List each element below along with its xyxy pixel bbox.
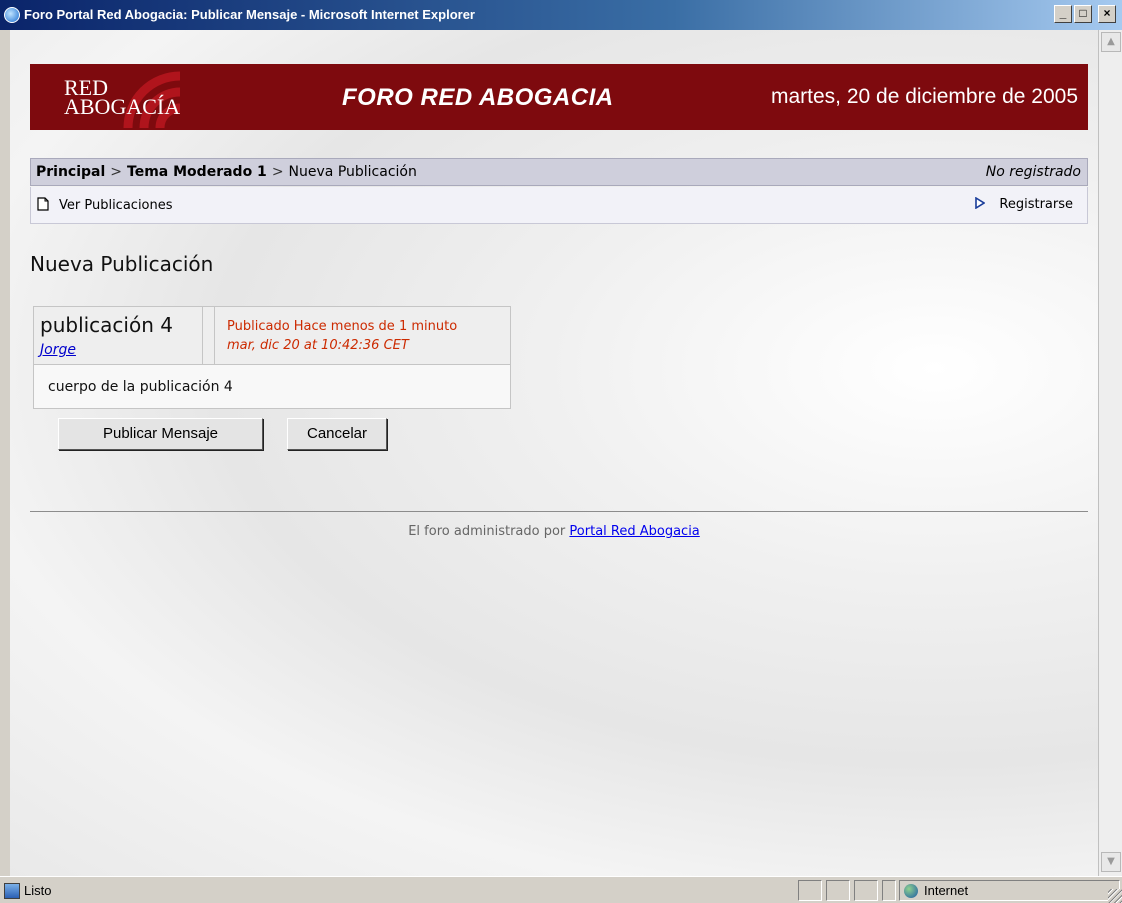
post-published-label: Publicado Hace menos de 1 minuto: [227, 319, 458, 334]
post-author-link[interactable]: Jorge: [40, 342, 76, 358]
breadcrumb-separator: >: [110, 164, 123, 180]
post-preview: publicación 4 Jorge Publicado Hace menos…: [33, 306, 511, 409]
view-posts-link[interactable]: Ver Publicaciones: [37, 197, 173, 213]
post-timestamp: mar, dic 20 at 10:42:36 CET: [227, 338, 409, 353]
breadcrumb-item-topic[interactable]: Tema Moderado 1: [127, 164, 267, 180]
globe-icon: [904, 884, 918, 898]
status-cell: [854, 880, 878, 901]
forum-title: FORO RED ABOGACIA: [342, 84, 614, 111]
resize-grip[interactable]: [1108, 889, 1122, 903]
scroll-down-icon[interactable]: ▼: [1101, 852, 1121, 872]
status-cell: [882, 880, 896, 901]
post-spacer-cell: [203, 307, 215, 364]
vertical-scrollbar[interactable]: ▲ ▼: [1098, 30, 1122, 876]
security-zone-text: Internet: [924, 883, 969, 898]
breadcrumb-item-current: Nueva Publicación: [288, 164, 417, 180]
close-button[interactable]: ×: [1098, 5, 1116, 23]
actions-bar: Ver Publicaciones Registrarse: [30, 187, 1088, 224]
scroll-up-icon[interactable]: ▲: [1101, 32, 1121, 52]
triangle-right-icon: [975, 197, 986, 209]
publish-button[interactable]: Publicar Mensaje: [58, 418, 263, 450]
page-viewport: RED ABOGACÍA FORO RED ABOGACIA martes, 2…: [10, 30, 1098, 876]
footer-divider: [30, 511, 1088, 512]
browser-window: Foro Portal Red Abogacia: Publicar Mensa…: [0, 0, 1122, 903]
ie-icon: [4, 7, 20, 23]
footer-link[interactable]: Portal Red Abogacia: [569, 524, 699, 539]
page-title: Nueva Publicación: [30, 252, 214, 276]
cancel-button[interactable]: Cancelar: [287, 418, 387, 450]
register-label: Registrarse: [999, 197, 1073, 212]
register-link[interactable]: Registrarse: [975, 197, 1073, 212]
breadcrumb-separator: >: [271, 164, 284, 180]
footer: El foro administrado por Portal Red Abog…: [10, 524, 1098, 539]
window-title: Foro Portal Red Abogacia: Publicar Mensa…: [24, 7, 475, 22]
page-status-icon: [4, 883, 20, 899]
site-banner: RED ABOGACÍA FORO RED ABOGACIA martes, 2…: [30, 64, 1088, 130]
post-title: publicación 4: [40, 313, 173, 337]
status-bar: Listo Internet: [0, 876, 1122, 903]
maximize-button[interactable]: □: [1074, 5, 1092, 23]
logo-line-2: ABOGACÍA: [64, 94, 181, 119]
title-bar: Foro Portal Red Abogacia: Publicar Mensa…: [0, 0, 1122, 30]
view-posts-label: Ver Publicaciones: [59, 198, 173, 213]
status-cell: [798, 880, 822, 901]
status-cell: [826, 880, 850, 901]
post-title-cell: publicación 4 Jorge: [34, 307, 203, 364]
breadcrumb-item-principal[interactable]: Principal: [36, 164, 105, 180]
user-status: No registrado: [985, 164, 1081, 180]
status-text: Listo: [24, 883, 52, 898]
footer-text: El foro administrado por: [408, 524, 566, 539]
site-logo[interactable]: RED ABOGACÍA: [64, 77, 181, 119]
minimize-button[interactable]: _: [1054, 5, 1072, 23]
post-meta: Publicado Hace menos de 1 minuto mar, di…: [227, 317, 457, 355]
post-body: cuerpo de la publicación 4: [48, 379, 233, 395]
breadcrumb: Principal > Tema Moderado 1 > Nueva Publicac…: [30, 158, 1088, 186]
current-date: martes, 20 de diciembre de 2005: [770, 85, 1078, 108]
post-header: publicación 4 Jorge Publicado Hace menos…: [34, 307, 510, 365]
document-icon: [37, 197, 49, 211]
